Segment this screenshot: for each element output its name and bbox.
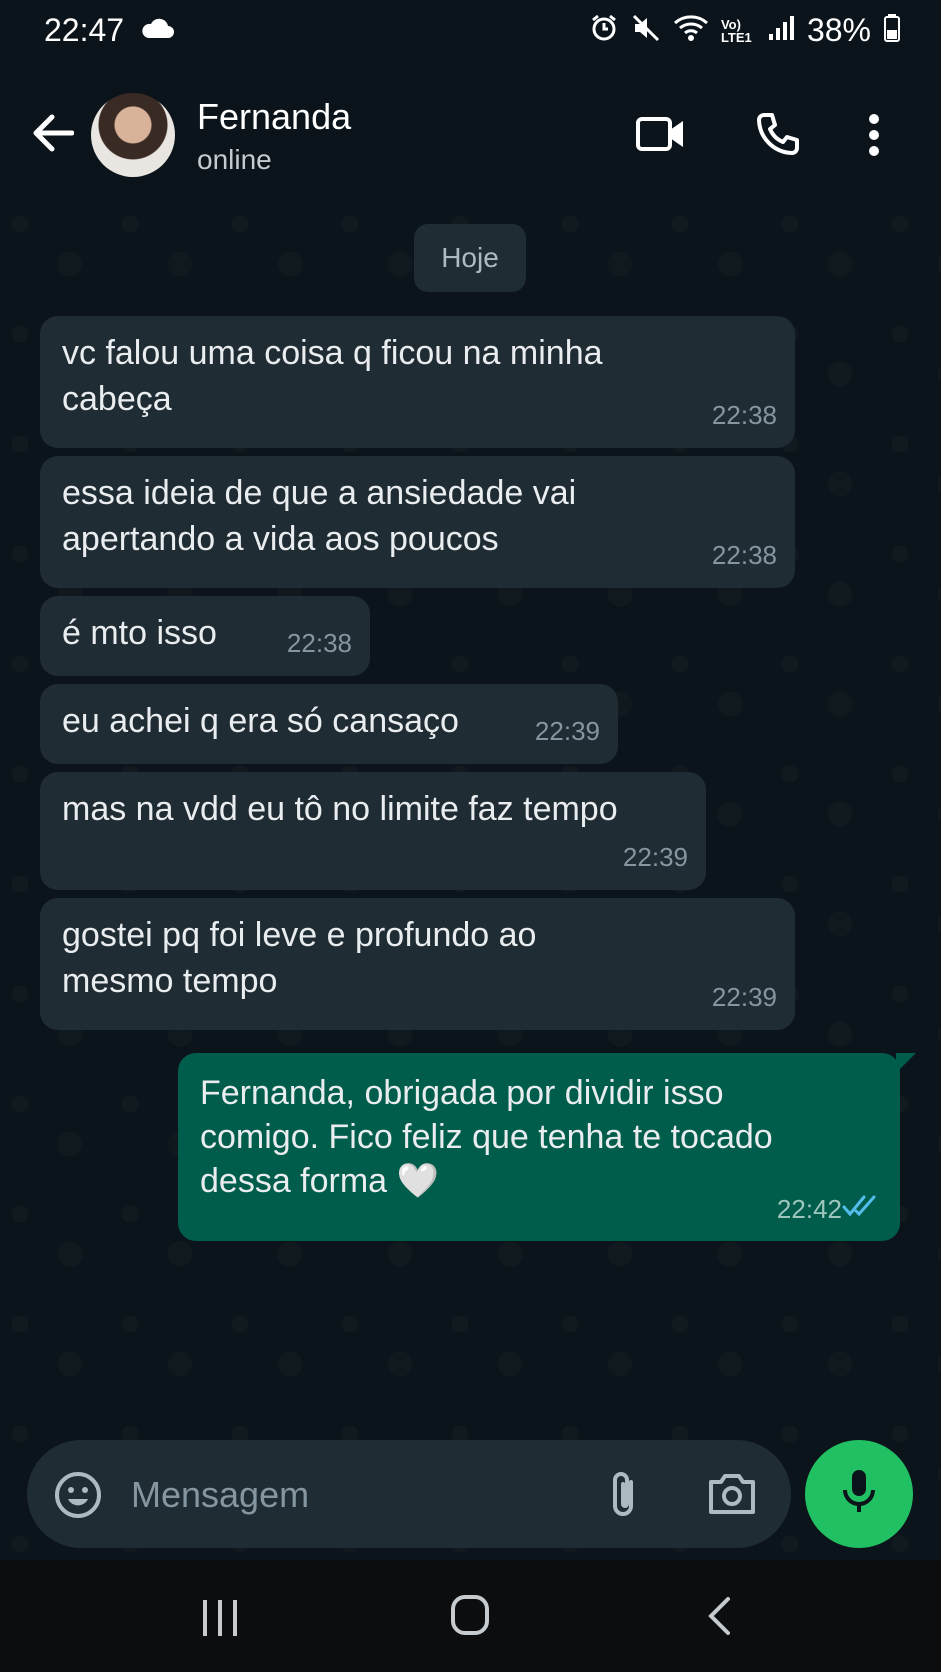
chat-header: Fernanda online	[0, 64, 941, 204]
message-text: mas na vdd eu tô no limite faz tempo	[62, 790, 618, 828]
wifi-icon	[673, 13, 709, 48]
message-composer	[27, 1440, 791, 1548]
voice-call-icon[interactable]	[756, 112, 800, 161]
message-time: 22:38	[711, 540, 777, 570]
status-icons: Vo) LTE1 38%	[589, 12, 901, 49]
message-time: 22:39	[622, 842, 688, 872]
message-text: vc falou uma coisa q ficou na minha cabe…	[62, 334, 603, 418]
battery-percent: 38%	[806, 12, 871, 48]
microphone-button[interactable]	[805, 1440, 913, 1548]
attach-icon[interactable]	[607, 1468, 641, 1525]
recents-icon[interactable]	[200, 1598, 240, 1643]
message-text: eu achei q era só cansaço	[62, 702, 459, 740]
message-input[interactable]	[129, 1466, 553, 1524]
message-time: 22:39	[534, 716, 600, 746]
message-bubble[interactable]: vc falou uma coisa q ficou na minha cabe…	[40, 316, 795, 448]
battery-icon	[883, 13, 901, 48]
message-time: 22:42	[776, 1194, 842, 1224]
microphone-icon	[841, 1468, 877, 1521]
contact-name[interactable]: Fernanda	[197, 96, 351, 138]
message-time: 22:38	[286, 628, 352, 658]
back-arrow-icon[interactable]	[32, 114, 75, 157]
date-separator: Hoje	[414, 224, 526, 292]
more-options-icon[interactable]	[868, 114, 880, 161]
mute-icon	[631, 13, 661, 48]
network-label: Vo) LTE1	[720, 16, 752, 45]
video-call-icon[interactable]	[636, 114, 686, 159]
message-text: essa ideia de que a ansiedade vai aperta…	[62, 474, 577, 558]
message-bubble[interactable]: eu achei q era só cansaço 22:39	[40, 684, 618, 764]
signal-icon	[767, 14, 795, 47]
camera-icon[interactable]	[707, 1472, 757, 1521]
system-nav-bar	[0, 1560, 941, 1672]
message-text: gostei pq foi leve e profundo ao mesmo t…	[62, 916, 537, 1000]
message-time: 22:39	[711, 982, 777, 1012]
status-time: 22:47	[44, 12, 125, 48]
nav-back-icon[interactable]	[706, 1596, 732, 1641]
message-bubble[interactable]: mas na vdd eu tô no limite faz tempo 22:…	[40, 772, 706, 890]
read-ticks-icon	[842, 1185, 880, 1229]
message-bubble[interactable]: é mto isso 22:38	[40, 596, 370, 676]
message-text: Fernanda, obrigada por dividir isso comi…	[200, 1074, 773, 1200]
cloud-icon	[140, 18, 174, 45]
status-bar: 22:47 Vo) LTE1 38%	[0, 0, 941, 64]
alarm-icon	[589, 13, 619, 48]
message-time: 22:38	[711, 400, 777, 430]
emoji-icon[interactable]	[53, 1470, 103, 1525]
avatar[interactable]	[91, 93, 175, 177]
message-bubble-outgoing[interactable]: Fernanda, obrigada por dividir isso comi…	[178, 1053, 900, 1241]
message-bubble[interactable]: essa ideia de que a ansiedade vai aperta…	[40, 456, 795, 588]
contact-status: online	[197, 144, 272, 175]
home-icon[interactable]	[450, 1594, 490, 1641]
message-bubble[interactable]: gostei pq foi leve e profundo ao mesmo t…	[40, 898, 795, 1030]
